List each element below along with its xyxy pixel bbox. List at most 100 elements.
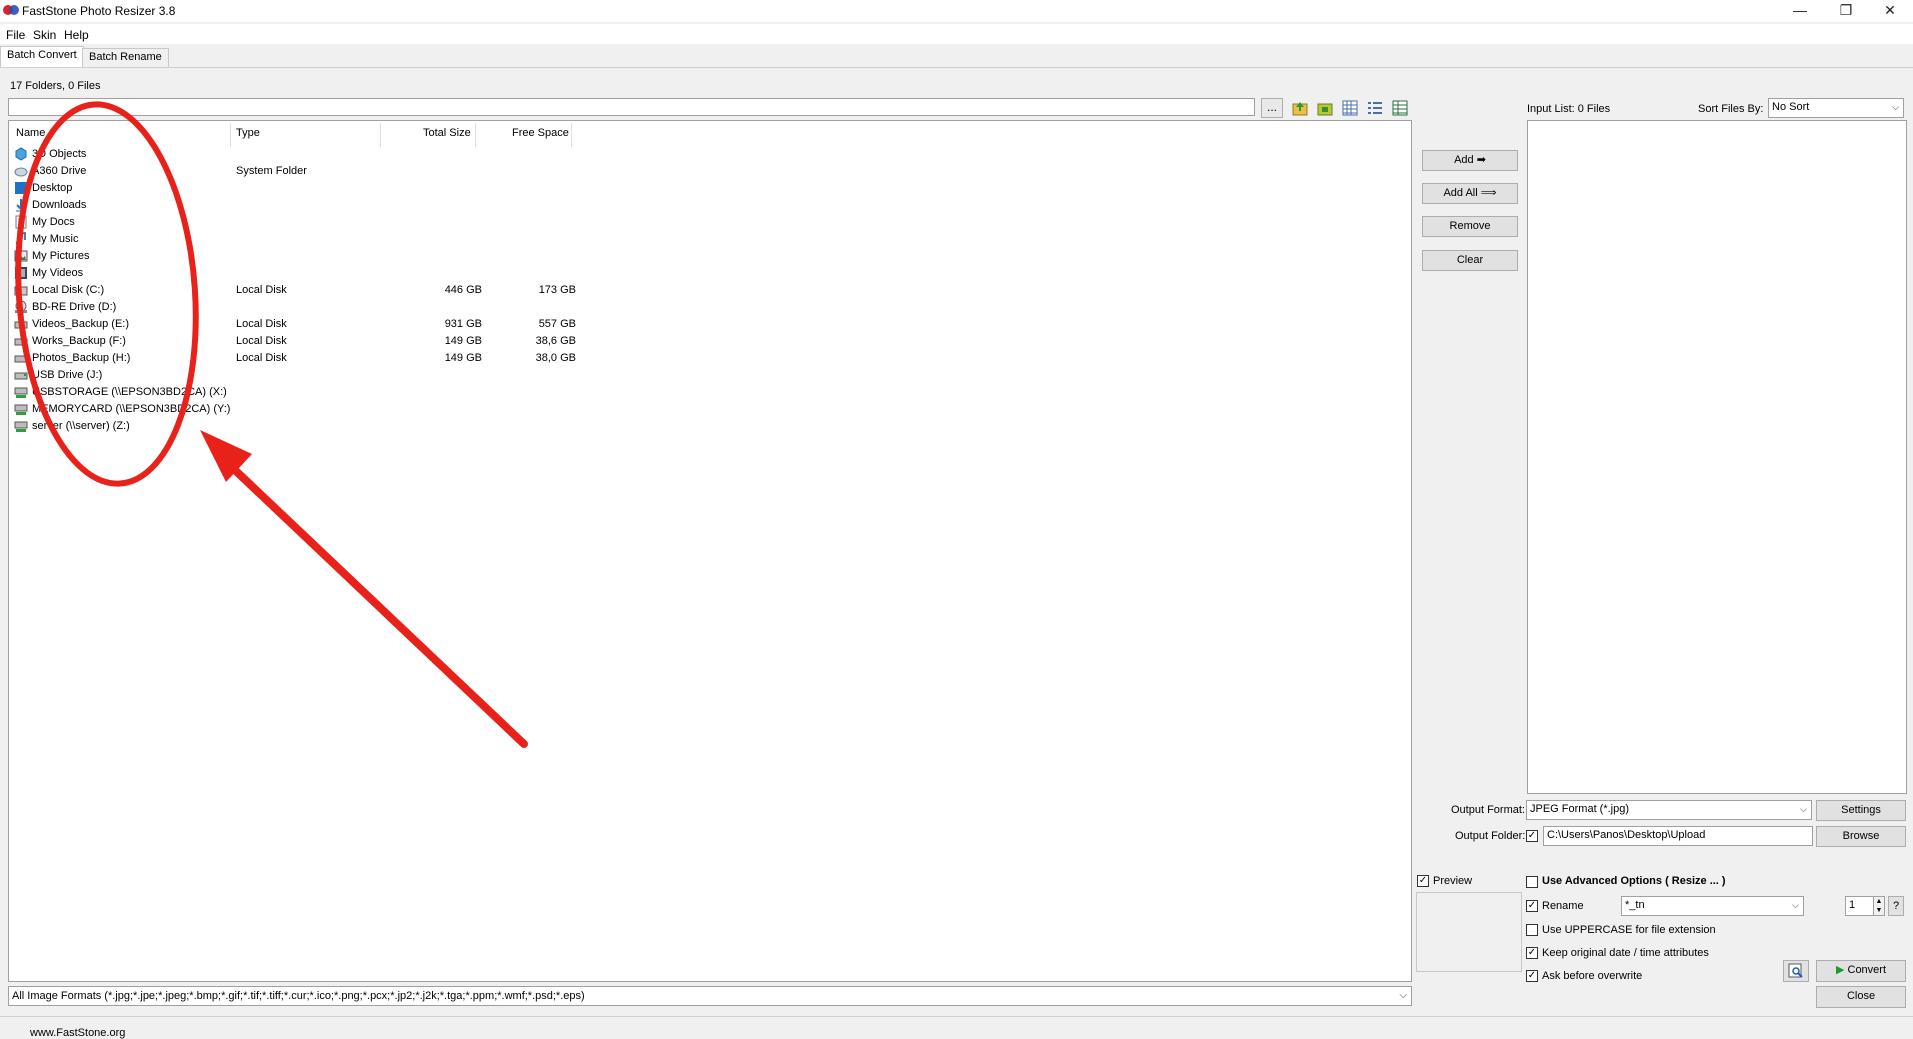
clear-button[interactable]: Clear [1422, 250, 1518, 271]
list-item[interactable]: Downloads [14, 198, 574, 215]
hard-drive-icon [14, 321, 28, 329]
path-input[interactable] [8, 98, 1255, 116]
menu-bar: File Skin Help [0, 24, 1913, 44]
minimize-button[interactable]: — [1777, 0, 1823, 22]
output-folder-input[interactable]: C:\Users\Panos\Desktop\Upload [1543, 826, 1813, 846]
column-header-free-space[interactable]: Free Space [512, 127, 569, 139]
list-item[interactable]: Desktop [14, 181, 574, 198]
remove-button[interactable]: Remove [1422, 216, 1518, 237]
item-name: Videos_Backup (E:) [32, 318, 130, 330]
column-divider[interactable] [571, 123, 572, 147]
folder-up-icon[interactable] [1291, 99, 1309, 117]
rename-checkbox[interactable]: ✓ [1526, 900, 1538, 912]
tab-divider [0, 67, 1913, 68]
list-item[interactable]: My Pictures [14, 249, 574, 266]
list-item[interactable]: My Music [14, 232, 574, 249]
column-divider[interactable] [230, 123, 231, 147]
view-thumbnails-icon[interactable] [1341, 99, 1359, 117]
restore-button[interactable]: ❐ [1823, 0, 1869, 22]
status-bar: www.FastStone.org [0, 1016, 1913, 1039]
double-arrow-right-icon: ⟹ [1480, 187, 1497, 199]
list-item[interactable]: Videos_Backup (E:) Local Disk 931 GB 557… [14, 317, 576, 334]
list-item[interactable]: My Videos [14, 266, 574, 283]
output-format-select[interactable]: JPEG Format (*.jpg) ⌵ [1526, 800, 1812, 820]
number-spinner[interactable]: ▲ ▼ [1873, 896, 1885, 916]
network-drive-icon [14, 387, 28, 398]
list-item[interactable]: BD-RE Drive (D:) [14, 300, 574, 317]
ask-overwrite-checkbox[interactable]: ✓ [1526, 970, 1538, 982]
column-header-total-size[interactable]: Total Size [423, 127, 471, 139]
list-item[interactable]: My Docs [14, 215, 574, 232]
browse-folder-button[interactable]: ... [1261, 98, 1283, 118]
rename-help-button[interactable]: ? [1888, 896, 1904, 916]
list-item[interactable]: Works_Backup (F:) Local Disk 149 GB 38,6… [14, 334, 576, 351]
menu-skin[interactable]: Skin [33, 28, 56, 42]
ask-overwrite-label: Ask before overwrite [1542, 970, 1643, 982]
item-total-size: 931 GB [444, 318, 482, 330]
preview-output-button[interactable] [1783, 960, 1809, 982]
list-item[interactable]: Local Disk (C:) Local Disk 446 GB 173 GB [14, 283, 576, 300]
convert-button[interactable]: ▶ Convert [1816, 960, 1906, 982]
close-button[interactable]: Close [1816, 986, 1906, 1008]
column-header-name[interactable]: Name [16, 127, 45, 139]
advanced-options-label[interactable]: Use Advanced Options ( Resize ... ) [1542, 875, 1726, 887]
uppercase-extension-label: Use UPPERCASE for file extension [1542, 924, 1716, 936]
add-button[interactable]: Add ➡ [1422, 150, 1518, 171]
browse-output-button[interactable]: Browse [1816, 826, 1906, 847]
list-item[interactable]: Photos_Backup (H:) Local Disk 149 GB 38,… [14, 351, 576, 368]
window-title: FastStone Photo Resizer 3.8 [22, 4, 176, 18]
convert-label: Convert [1847, 964, 1887, 976]
item-type: Local Disk [236, 352, 287, 364]
file-browser-list[interactable]: Name Type Total Size Free Space 3D Objec… [8, 120, 1412, 982]
preview-checkbox[interactable]: ✓ [1417, 875, 1429, 887]
add-all-button[interactable]: Add All ⟹ [1422, 183, 1518, 204]
download-icon [16, 199, 26, 212]
menu-help[interactable]: Help [64, 28, 89, 42]
tab-batch-rename[interactable]: Batch Rename [82, 48, 169, 67]
item-name: My Docs [32, 216, 75, 228]
add-all-label: Add All [1443, 187, 1478, 199]
item-type: Local Disk [236, 335, 287, 347]
file-type-filter-select[interactable]: All Image Formats (*.jpg;*.jpe;*.jpeg;*.… [8, 986, 1412, 1006]
column-divider[interactable] [475, 123, 476, 147]
uppercase-extension-checkbox[interactable] [1526, 924, 1538, 936]
input-file-list[interactable] [1527, 120, 1907, 794]
keep-date-checkbox[interactable]: ✓ [1526, 947, 1538, 959]
list-item[interactable]: A360 Drive System Folder [14, 164, 574, 181]
list-item[interactable]: USB Drive (J:) [14, 368, 574, 385]
list-item[interactable]: USBSTORAGE (\\EPSON3BD2CA) (X:) [14, 385, 574, 402]
preview-area [1416, 892, 1522, 972]
output-folder-checkbox[interactable]: ✓ [1526, 830, 1538, 842]
item-name: Downloads [32, 199, 87, 211]
advanced-options-checkbox[interactable] [1526, 876, 1538, 888]
rename-start-number-input[interactable]: 1 [1845, 896, 1875, 916]
item-type: System Folder [236, 165, 307, 177]
folder-summary: 17 Folders, 0 Files [10, 80, 101, 92]
network-drive-icon [14, 421, 28, 432]
item-name: Photos_Backup (H:) [32, 352, 131, 364]
sort-files-select[interactable]: No Sort ⌵ [1768, 98, 1904, 118]
column-header-type[interactable]: Type [236, 127, 260, 139]
list-item[interactable]: 3D Objects [14, 147, 574, 164]
website-link[interactable]: www.FastStone.org [30, 1027, 125, 1039]
rename-pattern-select[interactable]: *_tn ⌵ [1621, 896, 1804, 916]
network-drive-icon [14, 404, 28, 415]
menu-file[interactable]: File [6, 28, 25, 42]
column-divider[interactable] [380, 123, 381, 147]
favorite-folder-icon[interactable] [1316, 99, 1334, 117]
item-total-size: 149 GB [444, 352, 482, 364]
view-details-icon[interactable] [1391, 99, 1409, 117]
folder-3d-icon [15, 147, 27, 161]
settings-button[interactable]: Settings [1816, 800, 1906, 821]
sort-files-label: Sort Files By: [1698, 103, 1764, 115]
usb-drive-icon [14, 372, 28, 380]
close-window-button[interactable]: ✕ [1867, 0, 1913, 22]
item-name: My Videos [32, 267, 84, 279]
list-item[interactable]: MEMORYCARD (\\EPSON3BD2CA) (Y:) [14, 402, 574, 419]
pictures-icon [14, 250, 28, 262]
arrow-right-icon: ➡ [1476, 154, 1486, 166]
view-list-icon[interactable] [1366, 99, 1384, 117]
tab-batch-convert[interactable]: Batch Convert [0, 46, 84, 68]
list-item[interactable]: server (\\server) (Z:) [14, 419, 574, 436]
desktop-icon [15, 182, 27, 194]
